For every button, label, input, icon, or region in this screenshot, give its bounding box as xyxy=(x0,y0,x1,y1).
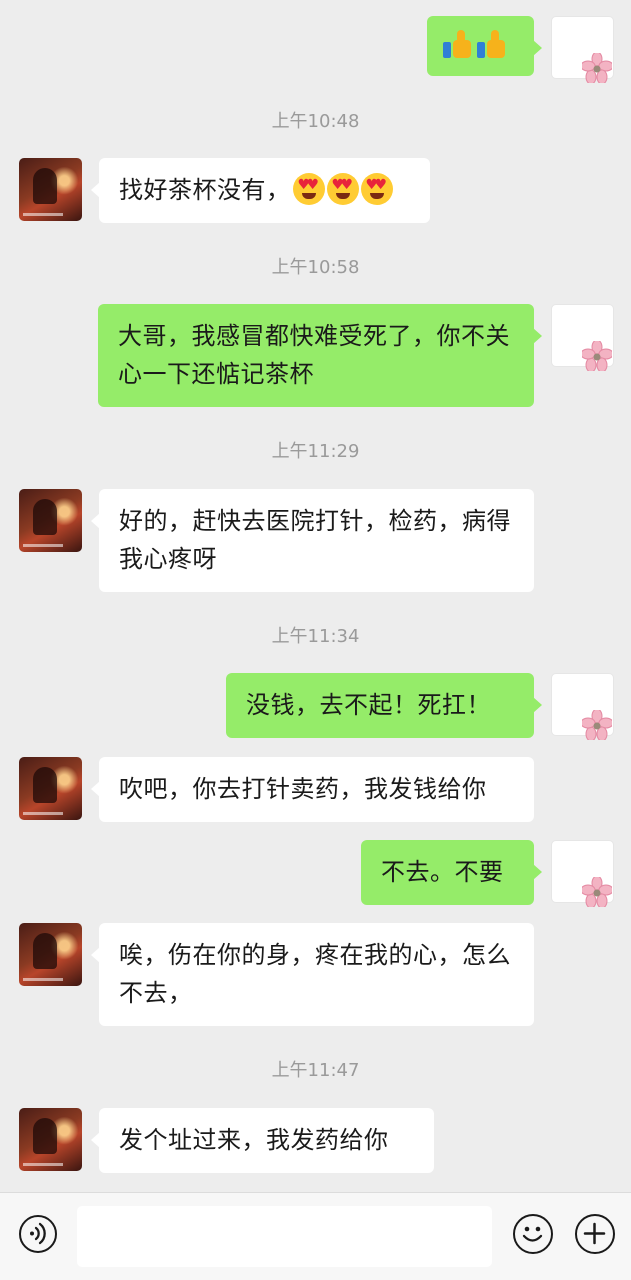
my-avatar[interactable] xyxy=(551,304,614,371)
contact-avatar[interactable] xyxy=(19,757,82,820)
message-text: 发个址过来，我发药给你 xyxy=(119,1126,389,1154)
message-text: 没钱，去不起！死扛！ xyxy=(246,691,491,719)
message-bubble-received[interactable]: 找好茶杯没有， xyxy=(91,158,430,223)
heart-eyes-icon xyxy=(326,173,359,205)
flower-icon xyxy=(582,710,612,740)
message-bubble-received[interactable]: 发个址过来，我发药给你 xyxy=(91,1108,434,1173)
timestamp: 上午10:58 xyxy=(271,257,360,278)
flower-icon xyxy=(582,53,612,83)
message-bubble-sent[interactable]: 不去。不要 xyxy=(361,840,542,905)
message-bubble-sent[interactable] xyxy=(427,16,542,76)
voice-icon[interactable] xyxy=(19,1215,57,1253)
message-input[interactable] xyxy=(77,1206,492,1267)
contact-avatar[interactable] xyxy=(19,158,82,221)
thumbs-up-icon xyxy=(477,30,507,60)
message-text: 好的，赶快去医院打针，检药，病得我心疼呀 xyxy=(119,507,511,573)
contact-avatar[interactable] xyxy=(19,923,82,986)
message-bubble-received[interactable]: 唉，伤在你的身，疼在我的心，怎么不去， xyxy=(91,923,534,1026)
message-bubble-sent[interactable]: 大哥，我感冒都快难受死了，你不关心一下还惦记茶杯 xyxy=(98,304,542,407)
timestamp: 上午11:34 xyxy=(271,626,360,647)
message-bubble-received[interactable]: 吹吧，你去打针卖药，我发钱给你 xyxy=(91,757,534,822)
message-text: 吹吧，你去打针卖药，我发钱给你 xyxy=(119,775,487,803)
message-text: 找好茶杯没有， xyxy=(119,176,291,204)
flower-icon xyxy=(582,877,612,907)
my-avatar[interactable] xyxy=(551,840,614,907)
my-avatar[interactable] xyxy=(551,16,614,83)
emoji-icon[interactable] xyxy=(513,1214,553,1254)
thumbs-up-icon xyxy=(443,30,473,60)
message-text: 唉，伤在你的身，疼在我的心，怎么不去， xyxy=(119,941,511,1007)
input-bar xyxy=(0,1192,631,1280)
contact-avatar[interactable] xyxy=(19,1108,82,1171)
my-avatar[interactable] xyxy=(551,673,614,740)
timestamp: 上午10:48 xyxy=(271,111,360,132)
contact-avatar[interactable] xyxy=(19,489,82,552)
message-text: 大哥，我感冒都快难受死了，你不关心一下还惦记茶杯 xyxy=(118,322,510,388)
timestamp: 上午11:29 xyxy=(271,441,360,462)
chat-area[interactable]: 上午10:48 找好茶杯没有， 上午10:58 大哥，我感冒都快难受死了，你不关… xyxy=(0,0,631,1192)
message-text: 不去。不要 xyxy=(381,858,504,886)
plus-icon[interactable] xyxy=(575,1214,615,1254)
timestamp: 上午11:47 xyxy=(271,1060,360,1081)
message-bubble-sent[interactable]: 没钱，去不起！死扛！ xyxy=(226,673,542,738)
heart-eyes-icon xyxy=(360,173,393,205)
flower-icon xyxy=(582,341,612,371)
heart-eyes-icon xyxy=(292,173,325,205)
message-bubble-received[interactable]: 好的，赶快去医院打针，检药，病得我心疼呀 xyxy=(91,489,534,592)
